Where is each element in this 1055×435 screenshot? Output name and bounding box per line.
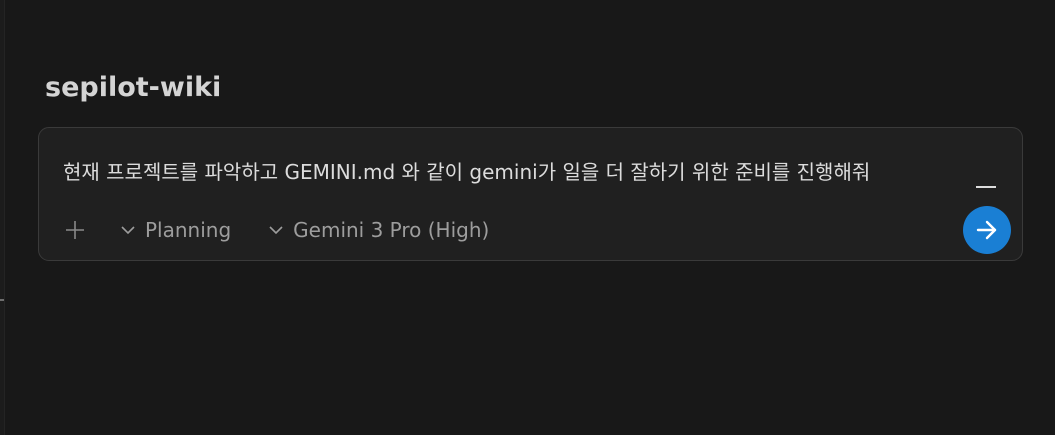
send-button[interactable] [963, 206, 1011, 254]
mode-label: Planning [145, 218, 232, 242]
text-cursor [976, 186, 996, 188]
composer-toolbar: Planning Gemini 3 Pro (High) [63, 214, 489, 246]
arrow-right-icon [976, 220, 997, 240]
plus-icon [66, 221, 84, 239]
chevron-down-icon [119, 221, 137, 239]
left-panel-edge[interactable] [0, 0, 5, 435]
workspace-title: sepilot-wiki [45, 72, 222, 103]
model-label: Gemini 3 Pro (High) [293, 218, 490, 242]
model-dropdown[interactable]: Gemini 3 Pro (High) [267, 218, 489, 242]
prompt-input[interactable]: 현재 프로젝트를 파악하고 GEMINI.md 와 같이 gemini가 일을 … [63, 158, 1003, 186]
chat-composer[interactable]: 현재 프로젝트를 파악하고 GEMINI.md 와 같이 gemini가 일을 … [38, 127, 1023, 261]
add-context-button[interactable] [63, 218, 87, 242]
panel-resize-handle[interactable] [0, 299, 4, 301]
app-page: sepilot-wiki 현재 프로젝트를 파악하고 GEMINI.md 와 같… [0, 0, 1055, 435]
mode-dropdown[interactable]: Planning [119, 218, 231, 242]
chevron-down-icon [267, 221, 285, 239]
